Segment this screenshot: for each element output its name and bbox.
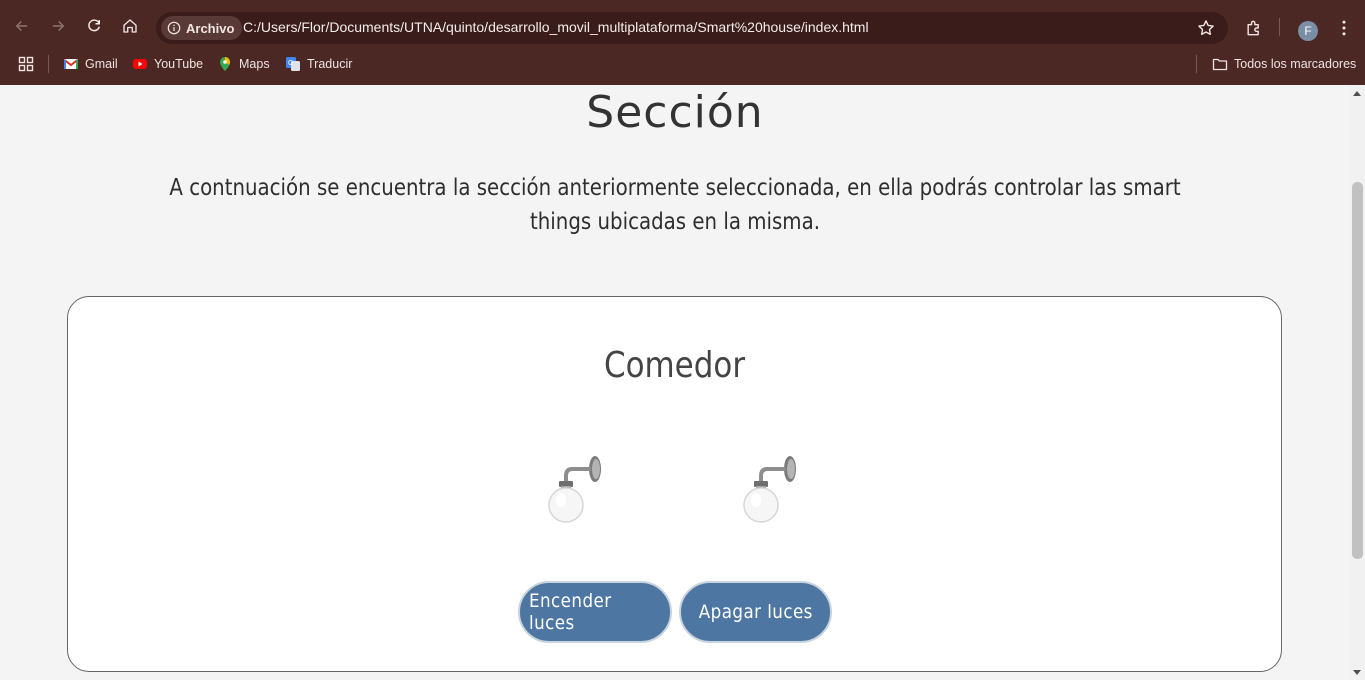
bookmarks-divider bbox=[48, 55, 49, 73]
wall-lamp-icon[interactable] bbox=[739, 452, 803, 528]
bookmarks-bar: Gmail YouTube Maps G Traducir Todos los … bbox=[0, 52, 1365, 76]
intro-paragraph: A contnuación se encuentra la sección an… bbox=[169, 175, 1181, 235]
bookmark-label: Maps bbox=[239, 57, 270, 71]
lights-off-button[interactable]: Apagar luces bbox=[679, 581, 832, 643]
all-bookmarks-button[interactable]: Todos los marcadores bbox=[1212, 52, 1356, 76]
info-icon bbox=[167, 21, 181, 35]
kebab-menu-icon bbox=[1342, 20, 1346, 36]
bookmark-youtube[interactable]: YouTube bbox=[132, 52, 203, 76]
bookmark-maps[interactable]: Maps bbox=[217, 52, 270, 76]
lights-on-label: Encender luces bbox=[529, 590, 612, 634]
toolbar-divider bbox=[1279, 18, 1280, 36]
svg-text:G: G bbox=[288, 60, 293, 67]
youtube-icon bbox=[133, 59, 147, 69]
scroll-down-arrow-icon[interactable] bbox=[1353, 670, 1361, 675]
all-bookmarks-label: Todos los marcadores bbox=[1234, 57, 1357, 71]
home-icon bbox=[123, 19, 137, 33]
folder-icon bbox=[1212, 58, 1228, 71]
profile-avatar[interactable]: F bbox=[1298, 21, 1318, 41]
lights-on-button[interactable]: Encender luces bbox=[518, 581, 672, 643]
puzzle-icon bbox=[1247, 20, 1259, 36]
room-title: Comedor bbox=[603, 345, 746, 386]
back-button[interactable] bbox=[8, 12, 36, 40]
arrow-left-icon bbox=[15, 20, 28, 32]
forward-button[interactable] bbox=[44, 12, 72, 40]
reload-button[interactable] bbox=[80, 12, 108, 40]
browser-chrome: Archivo C:/Users/Flor/Documents/UTNA/qui… bbox=[0, 0, 1365, 85]
apps-button[interactable] bbox=[18, 52, 34, 76]
extensions-button[interactable] bbox=[1242, 16, 1266, 40]
wall-lamp-icon[interactable] bbox=[544, 452, 608, 528]
browser-toolbar: Archivo C:/Users/Flor/Documents/UTNA/qui… bbox=[0, 4, 1365, 48]
vertical-scrollbar[interactable] bbox=[1350, 85, 1365, 680]
apps-grid-icon bbox=[18, 56, 34, 72]
arrow-right-icon bbox=[52, 20, 65, 32]
home-button[interactable] bbox=[116, 12, 144, 40]
bookmark-label: Gmail bbox=[85, 57, 118, 71]
bookmark-translate[interactable]: G Traducir bbox=[285, 52, 352, 76]
bookmark-gmail[interactable]: Gmail bbox=[63, 52, 118, 76]
bookmark-label: Traducir bbox=[307, 57, 353, 71]
maps-icon bbox=[220, 57, 230, 71]
page-title: Sección bbox=[586, 87, 764, 138]
page-content: Sección A contnuación se encuentra la se… bbox=[0, 85, 1350, 680]
bookmark-star-icon[interactable] bbox=[1196, 18, 1216, 38]
reload-icon bbox=[88, 19, 100, 32]
gmail-icon bbox=[63, 59, 79, 69]
address-bar[interactable]: Archivo C:/Users/Flor/Documents/UTNA/qui… bbox=[156, 12, 1228, 44]
bookmarks-divider bbox=[1196, 55, 1197, 73]
site-info-label: Archivo bbox=[186, 20, 235, 36]
translate-icon: G bbox=[286, 57, 300, 71]
bookmark-label: YouTube bbox=[154, 57, 204, 71]
site-info-chip[interactable]: Archivo bbox=[161, 16, 243, 40]
lights-off-label: Apagar luces bbox=[698, 601, 813, 623]
scroll-thumb[interactable] bbox=[1352, 182, 1363, 559]
scroll-up-arrow-icon[interactable] bbox=[1353, 91, 1361, 96]
url-text[interactable]: C:/Users/Flor/Documents/UTNA/quinto/desa… bbox=[243, 19, 869, 35]
room-card: Comedor Encender luces Apagar luces bbox=[67, 296, 1282, 672]
menu-button[interactable] bbox=[1332, 16, 1356, 40]
